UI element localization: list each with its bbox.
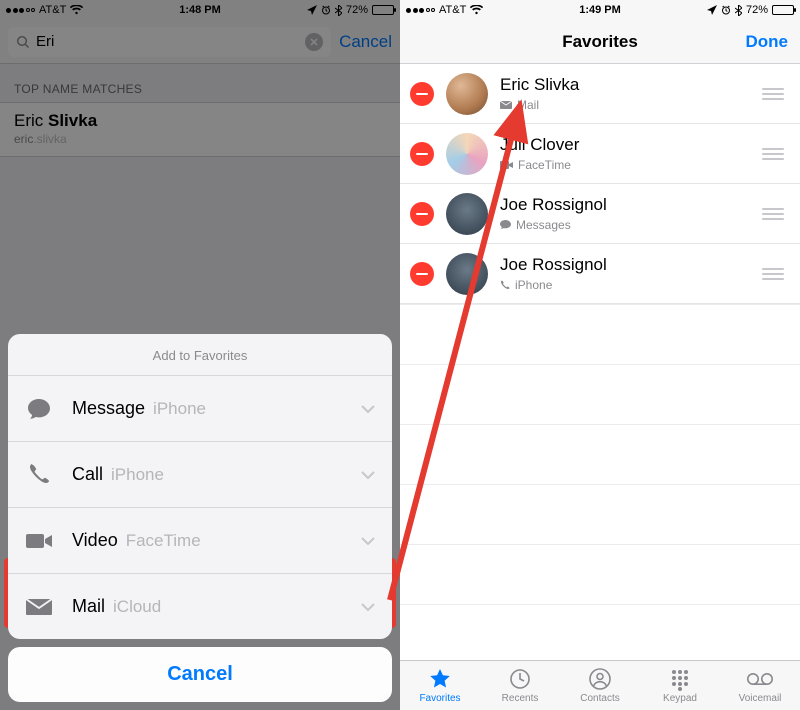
tab-contacts[interactable]: Contacts (560, 661, 640, 710)
status-bar: AT&T 1:49 PM 72% (400, 0, 800, 20)
phone-icon (500, 280, 510, 290)
search-bar: Cancel (0, 20, 400, 64)
avatar (446, 193, 488, 235)
status-time: 1:48 PM (0, 4, 400, 16)
sheet-sublabel: iPhone (153, 399, 206, 419)
favorite-name: Joe Rossignol (500, 255, 607, 275)
favorite-row[interactable]: Joe Rossignol Messages (400, 184, 800, 244)
tab-voicemail[interactable]: Voicemail (720, 661, 800, 710)
done-button[interactable]: Done (746, 32, 789, 52)
result-name-bold: Slivka (48, 111, 97, 130)
search-icon (16, 35, 30, 49)
delete-icon[interactable] (410, 202, 434, 226)
delete-icon[interactable] (410, 82, 434, 106)
tab-label: Favorites (419, 693, 460, 704)
search-field[interactable] (8, 27, 331, 57)
avatar (446, 253, 488, 295)
recents-icon (508, 667, 532, 691)
chevron-down-icon (360, 470, 376, 480)
favorite-row[interactable]: Juli Clover FaceTime (400, 124, 800, 184)
battery-icon (772, 5, 794, 15)
chevron-down-icon (360, 602, 376, 612)
status-bar: AT&T 1:48 PM 72% (0, 0, 400, 20)
empty-row (400, 424, 800, 484)
sheet-row-video[interactable]: Video FaceTime (8, 507, 392, 573)
favorite-row[interactable]: Joe Rossignol iPhone (400, 244, 800, 304)
favorite-method: Messages (516, 218, 571, 232)
favorite-row[interactable]: Eric Slivka Mail (400, 64, 800, 124)
search-cancel-button[interactable]: Cancel (339, 32, 392, 52)
chevron-down-icon (360, 536, 376, 546)
search-result-row[interactable]: Eric Slivka eric.slivka (0, 102, 400, 157)
sheet-label: Call (72, 464, 103, 485)
message-icon (500, 220, 511, 230)
favorites-list: Eric Slivka Mail Juli Clover FaceTime Jo… (400, 64, 800, 664)
tab-label: Voicemail (739, 693, 782, 704)
result-sub-prefix: eric (14, 132, 33, 146)
drag-handle-icon[interactable] (762, 268, 786, 280)
sheet-row-mail[interactable]: Mail iCloud (8, 573, 392, 639)
empty-row (400, 304, 800, 364)
section-header: TOP NAME MATCHES (0, 64, 400, 102)
nav-header: Favorites Done (400, 20, 800, 64)
status-time: 1:49 PM (400, 4, 800, 16)
favorite-method: Mail (517, 98, 539, 112)
sheet-row-message[interactable]: Message iPhone (8, 375, 392, 441)
tab-label: Recents (502, 693, 539, 704)
tab-label: Keypad (663, 693, 697, 704)
sheet-label: Message (72, 398, 145, 419)
sheet-sublabel: iPhone (111, 465, 164, 485)
battery-icon (372, 5, 394, 15)
result-sub-light: .slivka (33, 132, 66, 146)
chevron-down-icon (360, 404, 376, 414)
drag-handle-icon[interactable] (762, 148, 786, 160)
empty-row (400, 484, 800, 544)
video-icon (24, 532, 54, 550)
favorite-name: Joe Rossignol (500, 195, 607, 215)
tab-keypad[interactable]: Keypad (640, 661, 720, 710)
favorite-method: FaceTime (518, 158, 571, 172)
phone-icon (24, 463, 54, 487)
empty-row (400, 604, 800, 664)
right-screen: AT&T 1:49 PM 72% Favorites Done (400, 0, 800, 710)
drag-handle-icon[interactable] (762, 208, 786, 220)
empty-row (400, 544, 800, 604)
delete-icon[interactable] (410, 262, 434, 286)
left-screen: AT&T 1:48 PM 72% Cance (0, 0, 400, 710)
avatar (446, 133, 488, 175)
sheet-sublabel: FaceTime (126, 531, 201, 551)
sheet-cancel-button[interactable]: Cancel (8, 647, 392, 702)
sheet-label: Mail (72, 596, 105, 617)
delete-icon[interactable] (410, 142, 434, 166)
result-name-prefix: Eric (14, 111, 48, 130)
keypad-icon (668, 667, 692, 691)
drag-handle-icon[interactable] (762, 88, 786, 100)
sheet-row-call[interactable]: Call iPhone (8, 441, 392, 507)
video-icon (500, 161, 513, 169)
star-icon (428, 667, 452, 691)
tab-bar: Favorites Recents Contacts Keypad Voicem… (400, 660, 800, 710)
message-icon (24, 397, 54, 421)
empty-row (400, 364, 800, 424)
contacts-icon (588, 667, 612, 691)
mail-icon (24, 598, 54, 616)
action-sheet: Add to Favorites Message iPhone Call iPhon… (8, 334, 392, 702)
sheet-title: Add to Favorites (8, 334, 392, 375)
clear-search-icon[interactable] (305, 33, 323, 51)
mail-icon (500, 101, 512, 109)
favorite-name: Eric Slivka (500, 75, 579, 95)
favorite-name: Juli Clover (500, 135, 579, 155)
tab-label: Contacts (580, 693, 619, 704)
voicemail-icon (746, 667, 774, 691)
search-input[interactable] (36, 33, 299, 50)
page-title: Favorites (562, 32, 638, 52)
favorite-method: iPhone (515, 278, 552, 292)
tab-recents[interactable]: Recents (480, 661, 560, 710)
avatar (446, 73, 488, 115)
sheet-label: Video (72, 530, 118, 551)
sheet-sublabel: iCloud (113, 597, 161, 617)
tab-favorites[interactable]: Favorites (400, 661, 480, 710)
